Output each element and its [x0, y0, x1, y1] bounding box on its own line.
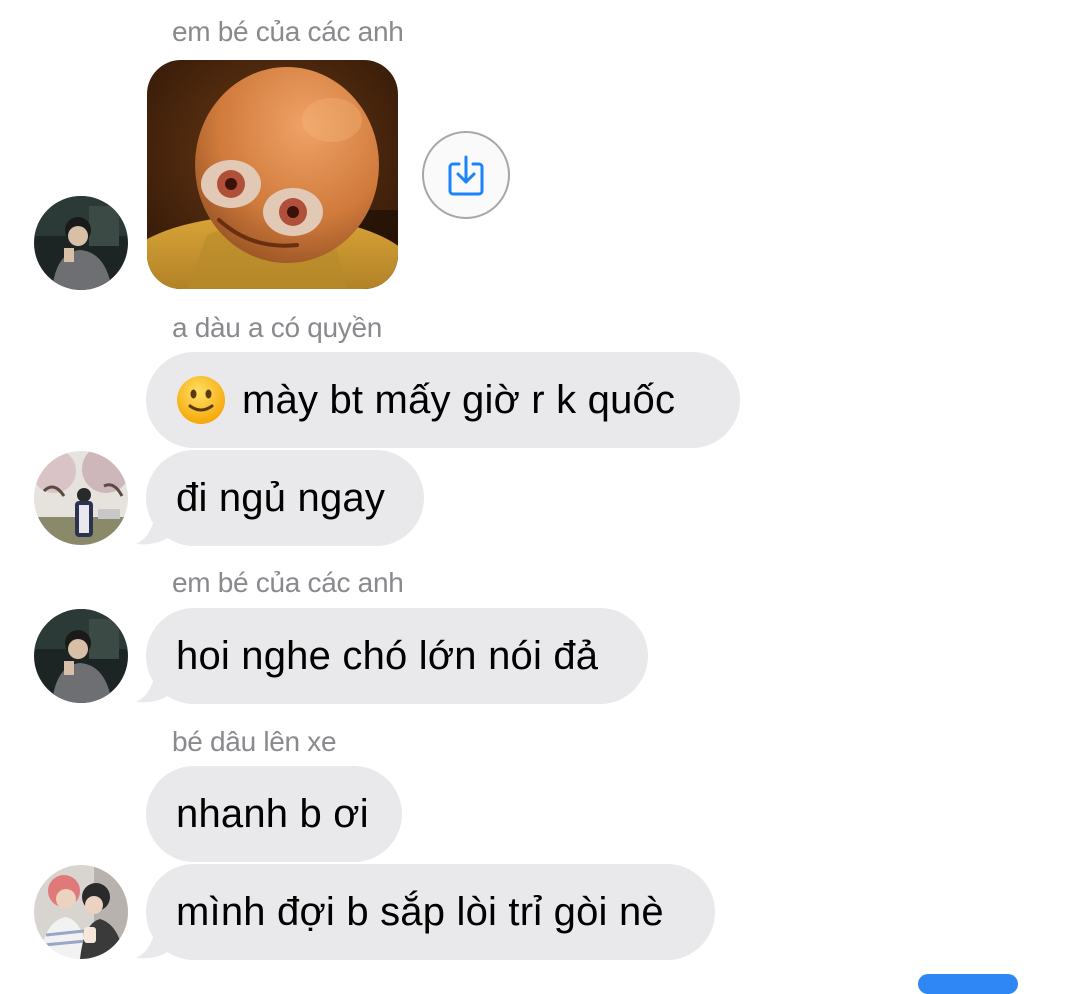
- bubble-tail: [136, 506, 170, 545]
- sender-name: em bé của các anh: [172, 567, 404, 598]
- bubble-tail: [136, 920, 170, 959]
- message-bubble[interactable]: đi ngủ ngay: [146, 450, 424, 546]
- avatar[interactable]: [34, 865, 128, 959]
- sender-name: a dàu a có quyền: [172, 312, 383, 343]
- avatar-photo: [34, 609, 128, 703]
- message-text: hoi nghe chó lớn nói đả: [176, 633, 599, 678]
- slightly-smiling-face-icon: [177, 376, 225, 424]
- message-bubble[interactable]: nhanh b ơi: [146, 766, 402, 862]
- message-text: mình đợi b sắp lòi trỉ gòi nè: [176, 889, 664, 934]
- sender-name: bé dâu lên xe: [172, 726, 337, 757]
- message-bubble[interactable]: hoi nghe chó lớn nói đả: [146, 608, 648, 704]
- baby-sticker-image: [147, 60, 398, 289]
- avatar[interactable]: [34, 451, 128, 545]
- message-bubble[interactable]: mình đợi b sắp lòi trỉ gòi nè: [146, 864, 715, 960]
- message-bubble[interactable]: mày bt mấy giờ r k quốc: [146, 352, 740, 448]
- message-text: nhanh b ơi: [176, 791, 369, 836]
- save-image-button[interactable]: [422, 131, 510, 219]
- avatar[interactable]: [34, 196, 128, 290]
- image-message[interactable]: [147, 60, 398, 289]
- message-text: mày bt mấy giờ r k quốc: [242, 377, 676, 422]
- outgoing-bubble-edge: [918, 974, 1018, 994]
- message-text: đi ngủ ngay: [176, 475, 386, 520]
- bubble-tail: [136, 664, 170, 703]
- avatar-photo: [34, 196, 128, 290]
- avatar[interactable]: [34, 609, 128, 703]
- avatar-photo: [34, 865, 128, 959]
- share-download-icon: [448, 155, 484, 196]
- avatar-photo: [34, 451, 128, 545]
- sender-name: em bé của các anh: [172, 16, 404, 47]
